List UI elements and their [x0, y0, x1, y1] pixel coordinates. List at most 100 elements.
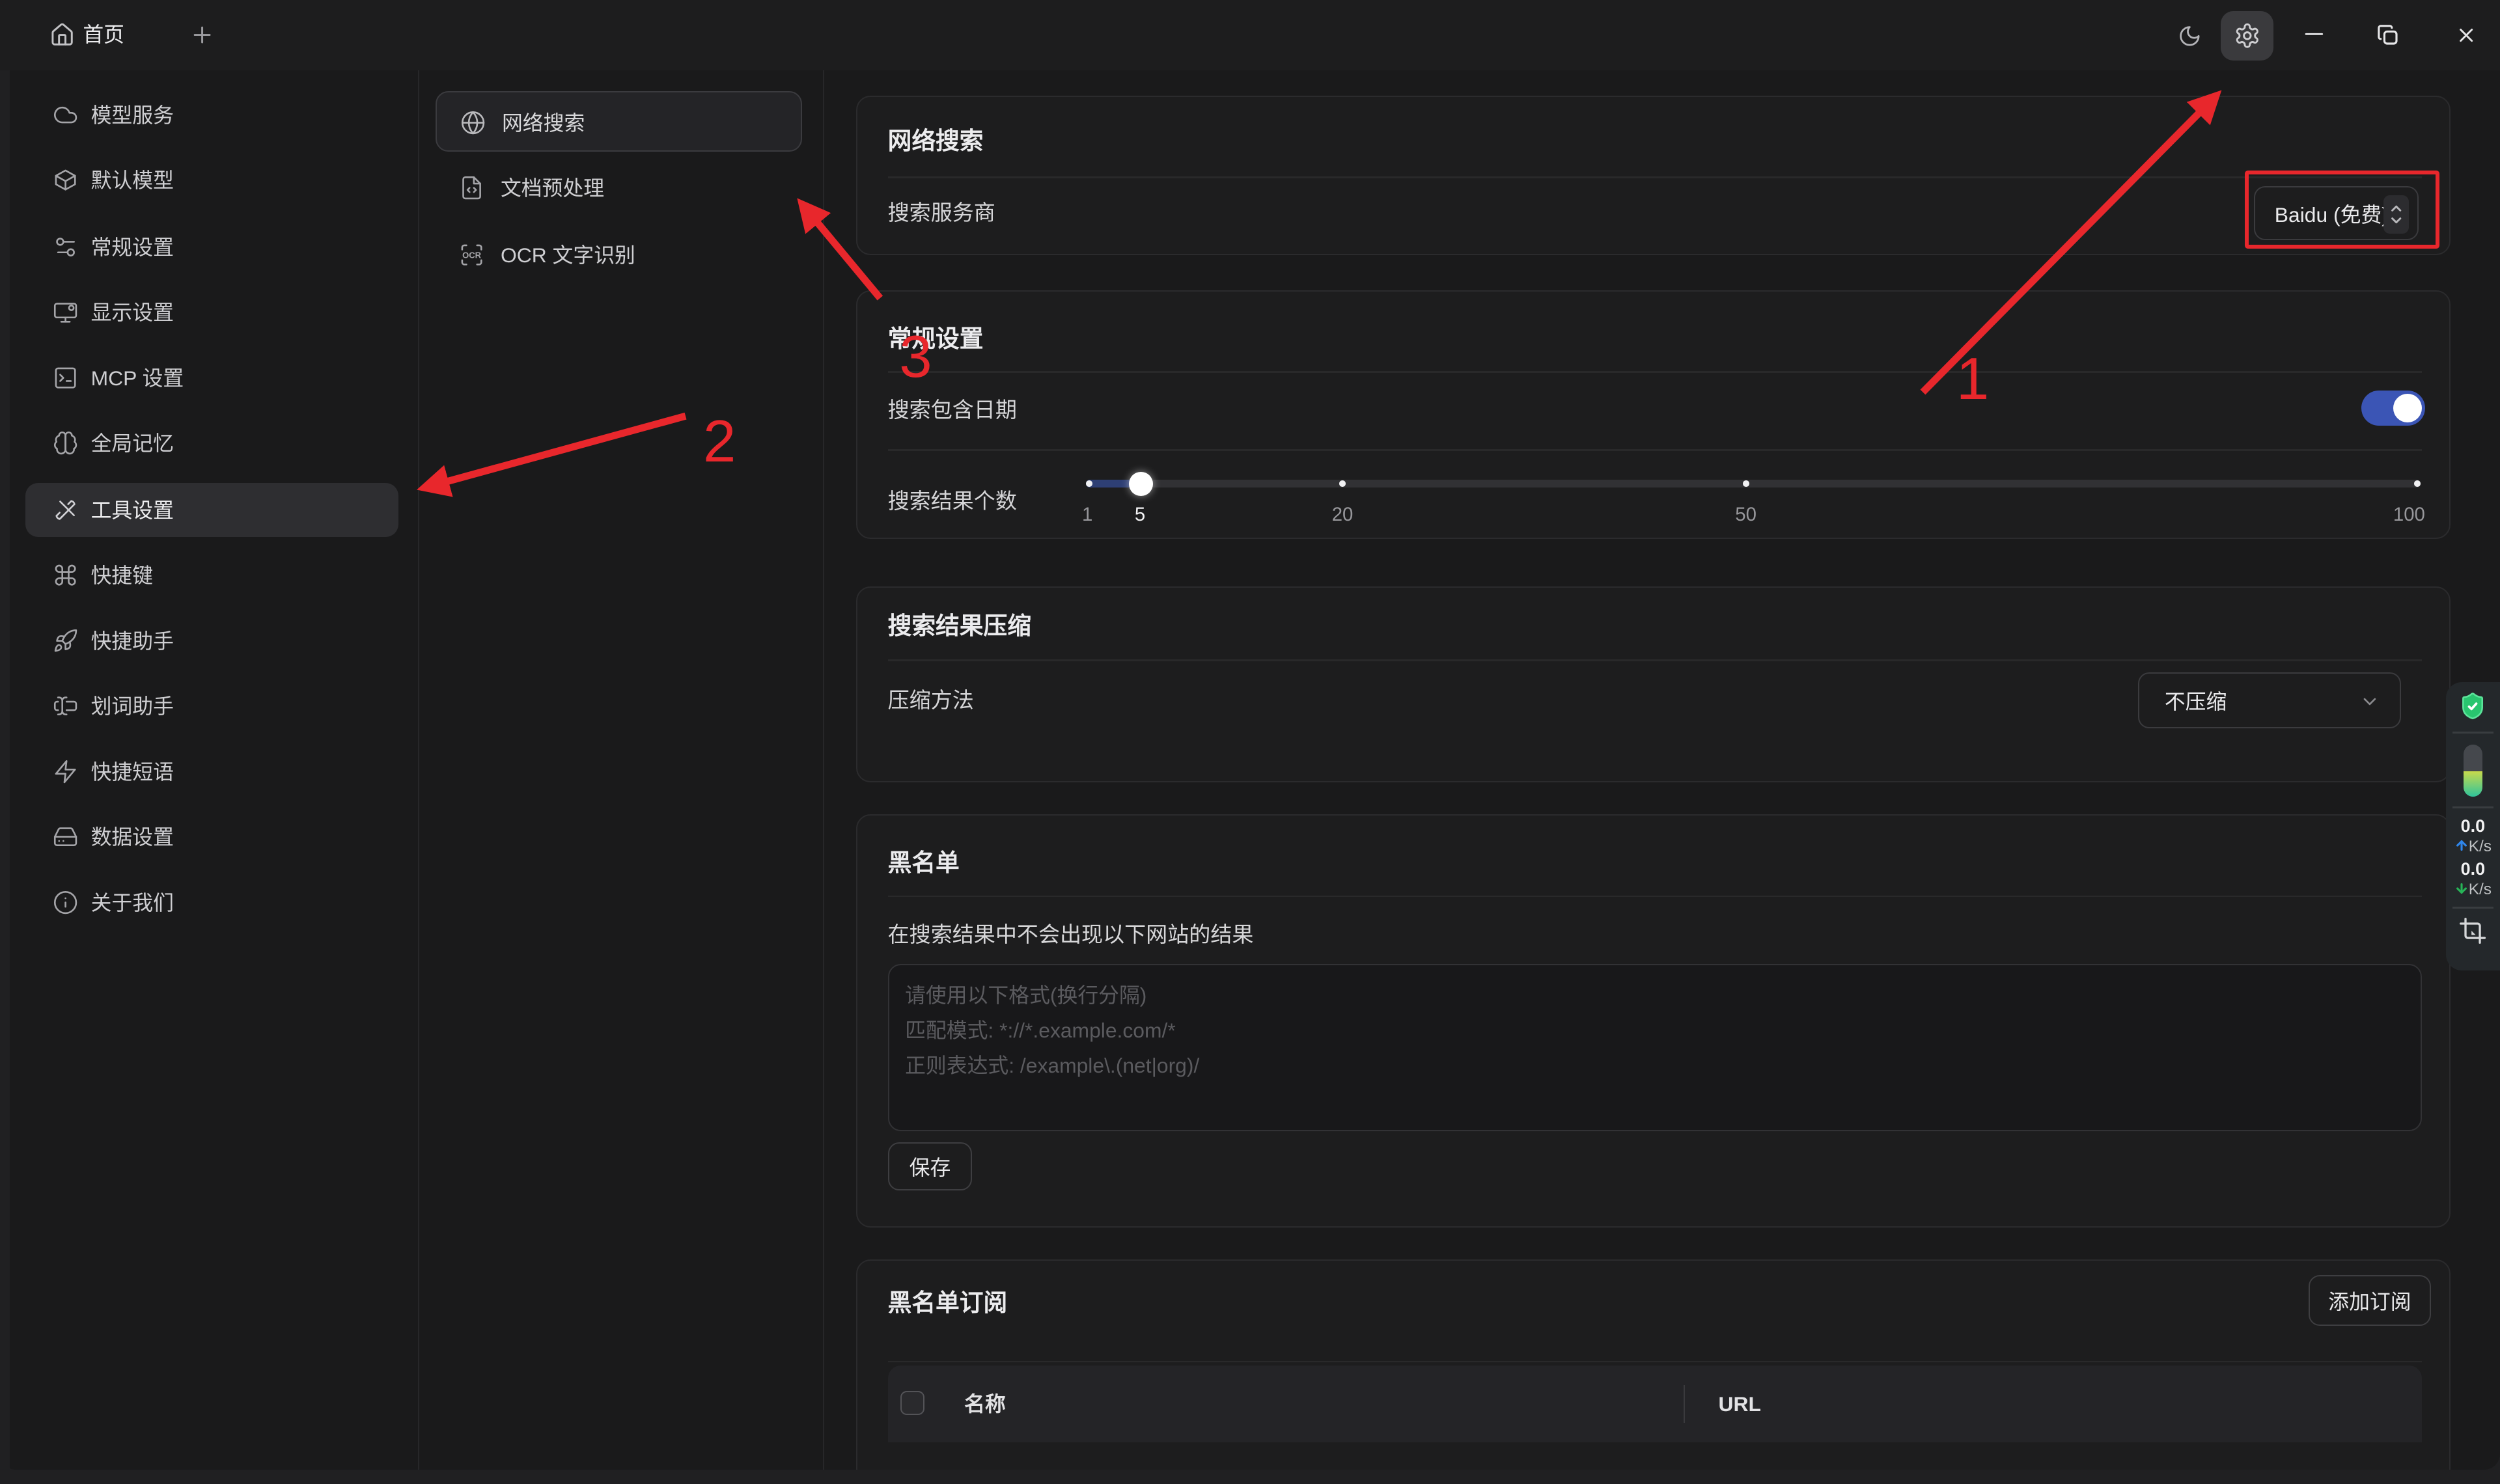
download-speed-value: 0.0 [2446, 859, 2500, 880]
text-cursor-icon [53, 693, 78, 719]
slider-rail [1086, 480, 2421, 488]
add-subscription-button[interactable]: 添加订阅 [2309, 1275, 2432, 1326]
slider-mark-20[interactable]: 20 [1332, 504, 1354, 526]
divider [888, 1361, 2422, 1362]
battery-capsule-icon[interactable] [2464, 745, 2482, 797]
sidebar-item-label: 快捷键 [91, 562, 154, 590]
sidebar-item-general-settings[interactable]: 常规设置 [25, 220, 398, 274]
column-name: 名称 [964, 1390, 1006, 1418]
moon-icon [2178, 24, 2202, 48]
subsidebar-item-doc-preprocess[interactable]: 文档预处理 [436, 158, 802, 218]
divider [888, 659, 2422, 661]
provider-select-value: Baidu (免费) [2275, 199, 2389, 228]
arrow-up-icon [2454, 838, 2469, 853]
cloud-icon [53, 102, 78, 128]
sidebar-item-quick-phrases[interactable]: 快捷短语 [25, 745, 398, 799]
subscription-card: 黑名单订阅 添加订阅 名称 URL [856, 1259, 2451, 1484]
divider [2452, 732, 2494, 733]
tab-home[interactable] [49, 22, 75, 48]
hard-drive-icon [53, 824, 78, 849]
slider-dot [2414, 480, 2421, 487]
restore-button[interactable] [2377, 24, 2399, 46]
method-label: 压缩方法 [888, 687, 974, 715]
sidebar-item-selection-assistant[interactable]: 划词助手 [25, 679, 398, 733]
terminal-icon [53, 365, 78, 391]
sidebar-item-label: 快捷助手 [91, 628, 174, 655]
sidebar-item-label: 快捷短语 [91, 759, 174, 786]
search-date-toggle[interactable] [2361, 391, 2425, 426]
screenshot-crop-icon[interactable] [2458, 916, 2487, 945]
settings-gear-icon [2234, 22, 2261, 49]
sidebar-item-label: 显示设置 [91, 299, 174, 327]
blacklist-card: 黑名单 在搜索结果中不会出现以下网站的结果 保存 [856, 814, 2451, 1227]
settings-button[interactable] [2221, 11, 2273, 61]
sidebar-item-tool-settings[interactable]: 工具设置 [25, 483, 398, 537]
sidebar-item-default-models[interactable]: 默认模型 [25, 153, 398, 207]
minimize-icon [2302, 22, 2326, 46]
restore-icon [2377, 24, 2399, 46]
tab-home-label[interactable]: 首页 [83, 22, 124, 48]
sidebar-item-about-us[interactable]: 关于我们 [25, 875, 398, 929]
column-divider [1684, 1385, 1685, 1423]
chevrons-up-down-icon [2383, 195, 2409, 234]
slider-dot [1339, 480, 1346, 487]
sidebar-item-mcp-settings[interactable]: MCP 设置 [25, 351, 398, 405]
subsidebar-item-ocr[interactable]: OCR OCR 文字识别 [436, 225, 802, 285]
subsidebar-item-label: 文档预处理 [501, 175, 604, 202]
sidebar-item-label: 常规设置 [91, 234, 174, 262]
sidebar-item-display-settings[interactable]: 显示设置 [25, 285, 398, 339]
divider [888, 449, 2422, 450]
shield-check-icon[interactable] [2458, 690, 2487, 723]
subscription-table-header: 名称 URL [888, 1366, 2422, 1442]
slider-dot [1743, 480, 1749, 487]
arrow-down-icon [2454, 881, 2469, 896]
slider-mark-100[interactable]: 100 [2393, 504, 2425, 526]
provider-select[interactable]: Baidu (免费) [2254, 186, 2418, 240]
divider [888, 896, 2422, 897]
method-select[interactable]: 不压缩 [2138, 672, 2401, 728]
home-icon [49, 22, 75, 48]
chevron-down-icon [2359, 691, 2380, 712]
blacklist-textarea[interactable] [888, 964, 2422, 1131]
sidebar-item-quick-assistant[interactable]: 快捷助手 [25, 614, 398, 668]
sidebar-item-data-settings[interactable]: 数据设置 [25, 810, 398, 864]
web-search-title: 网络搜索 [888, 126, 984, 158]
divider [888, 176, 2422, 178]
save-button[interactable]: 保存 [888, 1142, 973, 1190]
method-select-value: 不压缩 [2165, 685, 2227, 715]
command-icon [53, 562, 78, 588]
close-button[interactable] [2455, 24, 2477, 46]
minimize-button[interactable] [2302, 22, 2326, 46]
new-tab-button[interactable] [189, 22, 215, 48]
tools-icon [53, 497, 78, 523]
download-speed-unit: K/s [2446, 880, 2500, 899]
slider-thumb[interactable] [1129, 472, 1153, 496]
theme-toggle-button[interactable] [2178, 24, 2202, 48]
brain-icon [53, 430, 78, 456]
slider-mark-50[interactable]: 50 [1735, 504, 1757, 526]
general-title: 常规设置 [888, 323, 984, 355]
web-search-card: 网络搜索 搜索服务商 Baidu (免费) [856, 96, 2451, 255]
search-date-label: 搜索包含日期 [888, 396, 1017, 425]
window-bottom-edge [0, 1470, 2500, 1484]
result-count-slider[interactable]: 1 5 20 50 100 [1086, 469, 2421, 532]
sidebar-item-label: 默认模型 [91, 167, 174, 195]
sidebar-item-global-memory[interactable]: 全局记忆 [25, 416, 398, 470]
select-all-checkbox[interactable] [900, 1391, 924, 1415]
window-left-edge [0, 70, 10, 1470]
slider-mark-5[interactable]: 5 [1135, 504, 1145, 526]
slider-mark-1[interactable]: 1 [1082, 504, 1092, 526]
sidebar-item-model-services[interactable]: 模型服务 [25, 88, 398, 142]
package-icon [53, 167, 78, 193]
subsidebar-item-web-search[interactable]: 网络搜索 [436, 91, 802, 152]
sidebar-item-label: 数据设置 [91, 824, 174, 851]
divider [2452, 907, 2494, 908]
upload-unit-text: K/s [2469, 838, 2492, 855]
sidebar-item-label: 全局记忆 [91, 430, 174, 458]
monitor-widget-panel: 0.0 K/s 0.0 K/s [2446, 682, 2500, 970]
info-icon [53, 890, 78, 915]
monitor-gear-icon [53, 299, 78, 325]
globe-icon [460, 110, 486, 135]
ocr-scan-icon: OCR [459, 242, 484, 268]
sidebar-item-shortcuts[interactable]: 快捷键 [25, 548, 398, 602]
